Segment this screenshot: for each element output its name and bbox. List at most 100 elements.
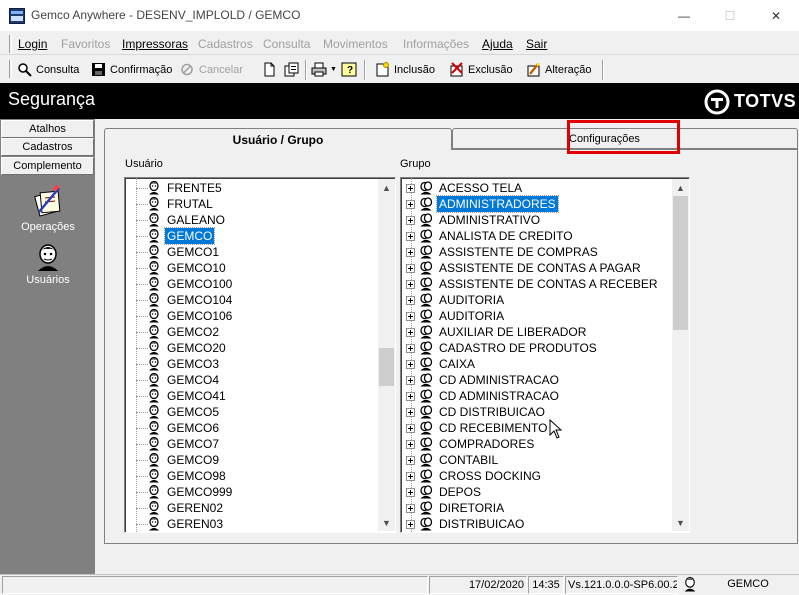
scroll-thumb[interactable] xyxy=(379,348,394,386)
grupo-list-item[interactable]: CD DISTRIBUICAO xyxy=(406,404,547,420)
maximize-button[interactable]: ☐ xyxy=(707,0,753,31)
cancelar-button[interactable]: Cancelar xyxy=(180,62,243,77)
help-button[interactable]: ? xyxy=(341,62,357,77)
scroll-down-icon[interactable]: ▼ xyxy=(378,514,395,531)
usuario-list-item[interactable]: GEMCO20 xyxy=(136,340,228,356)
menu-favoritos[interactable]: Favoritos xyxy=(61,37,110,51)
usuario-list-item[interactable]: GEMCO106 xyxy=(136,308,234,324)
expand-icon[interactable] xyxy=(406,295,415,305)
nav-operacoes[interactable]: Operações xyxy=(8,184,88,233)
grupo-list-item[interactable]: CAIXA xyxy=(406,356,477,372)
usuario-list-item[interactable]: GEMCO9 xyxy=(136,452,221,468)
print-button[interactable]: ▼ xyxy=(311,62,337,77)
grupo-list-item[interactable]: ADMINISTRADORES xyxy=(406,195,559,213)
grupo-list-item[interactable]: AUDITORIA xyxy=(406,292,506,308)
menu-consulta[interactable]: Consulta xyxy=(263,37,310,51)
expand-icon[interactable] xyxy=(406,311,415,321)
nav-usuarios[interactable]: Usuários xyxy=(8,244,88,286)
usuario-list-item[interactable]: GEMCO6 xyxy=(136,420,221,436)
grupo-list-item[interactable]: AUDITORIA xyxy=(406,308,506,324)
menu-cadastros[interactable]: Cadastros xyxy=(198,37,253,51)
usuario-list-item[interactable]: GEMCO3 xyxy=(136,356,221,372)
usuario-list-item[interactable]: GEREN03 xyxy=(136,516,225,532)
expand-icon[interactable] xyxy=(406,391,415,401)
usuario-list-item[interactable]: GEMCO999 xyxy=(136,484,234,500)
expand-icon[interactable] xyxy=(406,487,415,497)
grupo-list-item[interactable]: ASSISTENTE DE CONTAS A RECEBER xyxy=(406,276,660,292)
expand-icon[interactable] xyxy=(406,519,415,529)
scroll-down-icon[interactable]: ▼ xyxy=(672,514,689,531)
usuario-list-item[interactable]: GALEANO xyxy=(136,212,227,228)
grupo-scrollbar[interactable]: ▲ ▼ xyxy=(672,179,689,531)
grupo-list-item[interactable]: DIRETORIA xyxy=(406,500,506,516)
grupo-list-item[interactable]: CONTABIL xyxy=(406,452,500,468)
close-button[interactable]: ✕ xyxy=(753,0,799,31)
usuario-list-item[interactable]: GEMCO98 xyxy=(136,468,228,484)
scroll-up-icon[interactable]: ▲ xyxy=(672,179,689,196)
new-document-button[interactable] xyxy=(262,62,278,77)
menu-informacoes[interactable]: Informações xyxy=(403,37,469,51)
expand-icon[interactable] xyxy=(406,423,415,433)
expand-icon[interactable] xyxy=(406,455,415,465)
nav-cadastros[interactable]: Cadastros xyxy=(1,138,94,156)
menu-ajuda[interactable]: Ajuda xyxy=(482,37,513,51)
usuario-list-item[interactable]: GEMCO5 xyxy=(136,404,221,420)
usuario-list-item[interactable]: GEMCO7 xyxy=(136,436,221,452)
scroll-up-icon[interactable]: ▲ xyxy=(378,179,395,196)
grupo-list-item[interactable]: AUXILIAR DE LIBERADOR xyxy=(406,324,588,340)
usuario-list[interactable]: FRENTE5 FRUTAL GALEANO GEMCO GEMCO1 GEMCO10 GE… xyxy=(124,177,396,533)
expand-icon[interactable] xyxy=(406,199,415,209)
grupo-list[interactable]: ACESSO TELA ADMINISTRADORES ADMINISTRATIVO… xyxy=(400,177,690,533)
grupo-list-item[interactable]: CADASTRO DE PRODUTOS xyxy=(406,340,599,356)
nav-atalhos[interactable]: Atalhos xyxy=(1,120,94,138)
nav-complemento[interactable]: Complemento xyxy=(1,157,94,175)
expand-icon[interactable] xyxy=(406,359,415,369)
expand-icon[interactable] xyxy=(406,231,415,241)
usuario-list-item[interactable]: FRUTAL xyxy=(136,196,215,212)
menu-sair[interactable]: Sair xyxy=(526,37,547,51)
expand-icon[interactable] xyxy=(406,407,415,417)
usuario-list-item[interactable]: GEMCO xyxy=(136,227,216,245)
usuario-list-item[interactable]: GEMCO41 xyxy=(136,388,228,404)
exclusao-button[interactable]: Exclusão xyxy=(449,62,513,77)
grupo-list-item[interactable]: CROSS DOCKING xyxy=(406,468,543,484)
minimize-button[interactable]: — xyxy=(661,0,707,31)
usuario-list-item[interactable]: GEREN02 xyxy=(136,500,225,516)
usuario-list-item[interactable]: GEMCO2 xyxy=(136,324,221,340)
expand-icon[interactable] xyxy=(406,279,415,289)
grupo-list-item[interactable]: ADMINISTRATIVO xyxy=(406,212,542,228)
usuario-list-item[interactable]: GEMCO10 xyxy=(136,260,228,276)
usuario-list-item[interactable]: GEMCO100 xyxy=(136,276,234,292)
scroll-thumb[interactable] xyxy=(673,196,688,330)
usuario-list-item[interactable]: FRENTE5 xyxy=(136,180,224,196)
expand-icon[interactable] xyxy=(406,343,415,353)
alteracao-button[interactable]: Alteração xyxy=(526,62,591,77)
expand-icon[interactable] xyxy=(406,183,415,193)
expand-icon[interactable] xyxy=(406,263,415,273)
grupo-list-item[interactable]: CD ADMINISTRACAO xyxy=(406,388,561,404)
usuario-scrollbar[interactable]: ▲ ▼ xyxy=(378,179,395,531)
usuario-list-item[interactable]: GEMCO1 xyxy=(136,244,221,260)
expand-icon[interactable] xyxy=(406,247,415,257)
grupo-list-item[interactable]: CD RECEBIMENTO xyxy=(406,420,549,436)
expand-icon[interactable] xyxy=(406,215,415,225)
copy-document-button[interactable] xyxy=(284,62,300,77)
grupo-list-item[interactable]: DISTRIBUICAO xyxy=(406,516,526,532)
usuario-list-item[interactable]: GEMCO104 xyxy=(136,292,234,308)
confirmacao-button[interactable]: Confirmação xyxy=(91,62,172,77)
grupo-list-item[interactable]: COMPRADORES xyxy=(406,436,536,452)
grupo-list-item[interactable]: ASSISTENTE DE COMPRAS xyxy=(406,244,600,260)
expand-icon[interactable] xyxy=(406,327,415,337)
expand-icon[interactable] xyxy=(406,375,415,385)
menu-movimentos[interactable]: Movimentos xyxy=(323,37,388,51)
expand-icon[interactable] xyxy=(406,471,415,481)
usuario-list-item[interactable]: GEMCO4 xyxy=(136,372,221,388)
inclusao-button[interactable]: Inclusão xyxy=(375,62,435,77)
expand-icon[interactable] xyxy=(406,439,415,449)
consulta-button[interactable]: Consulta xyxy=(17,62,79,77)
grupo-list-item[interactable]: DEPOS xyxy=(406,484,483,500)
grupo-list-item[interactable]: ACESSO TELA xyxy=(406,180,524,196)
menu-impressoras[interactable]: Impressoras xyxy=(122,37,188,51)
tab-usuario-grupo[interactable]: Usuário / Grupo xyxy=(104,128,452,150)
grupo-list-item[interactable]: CD ADMINISTRACAO xyxy=(406,372,561,388)
